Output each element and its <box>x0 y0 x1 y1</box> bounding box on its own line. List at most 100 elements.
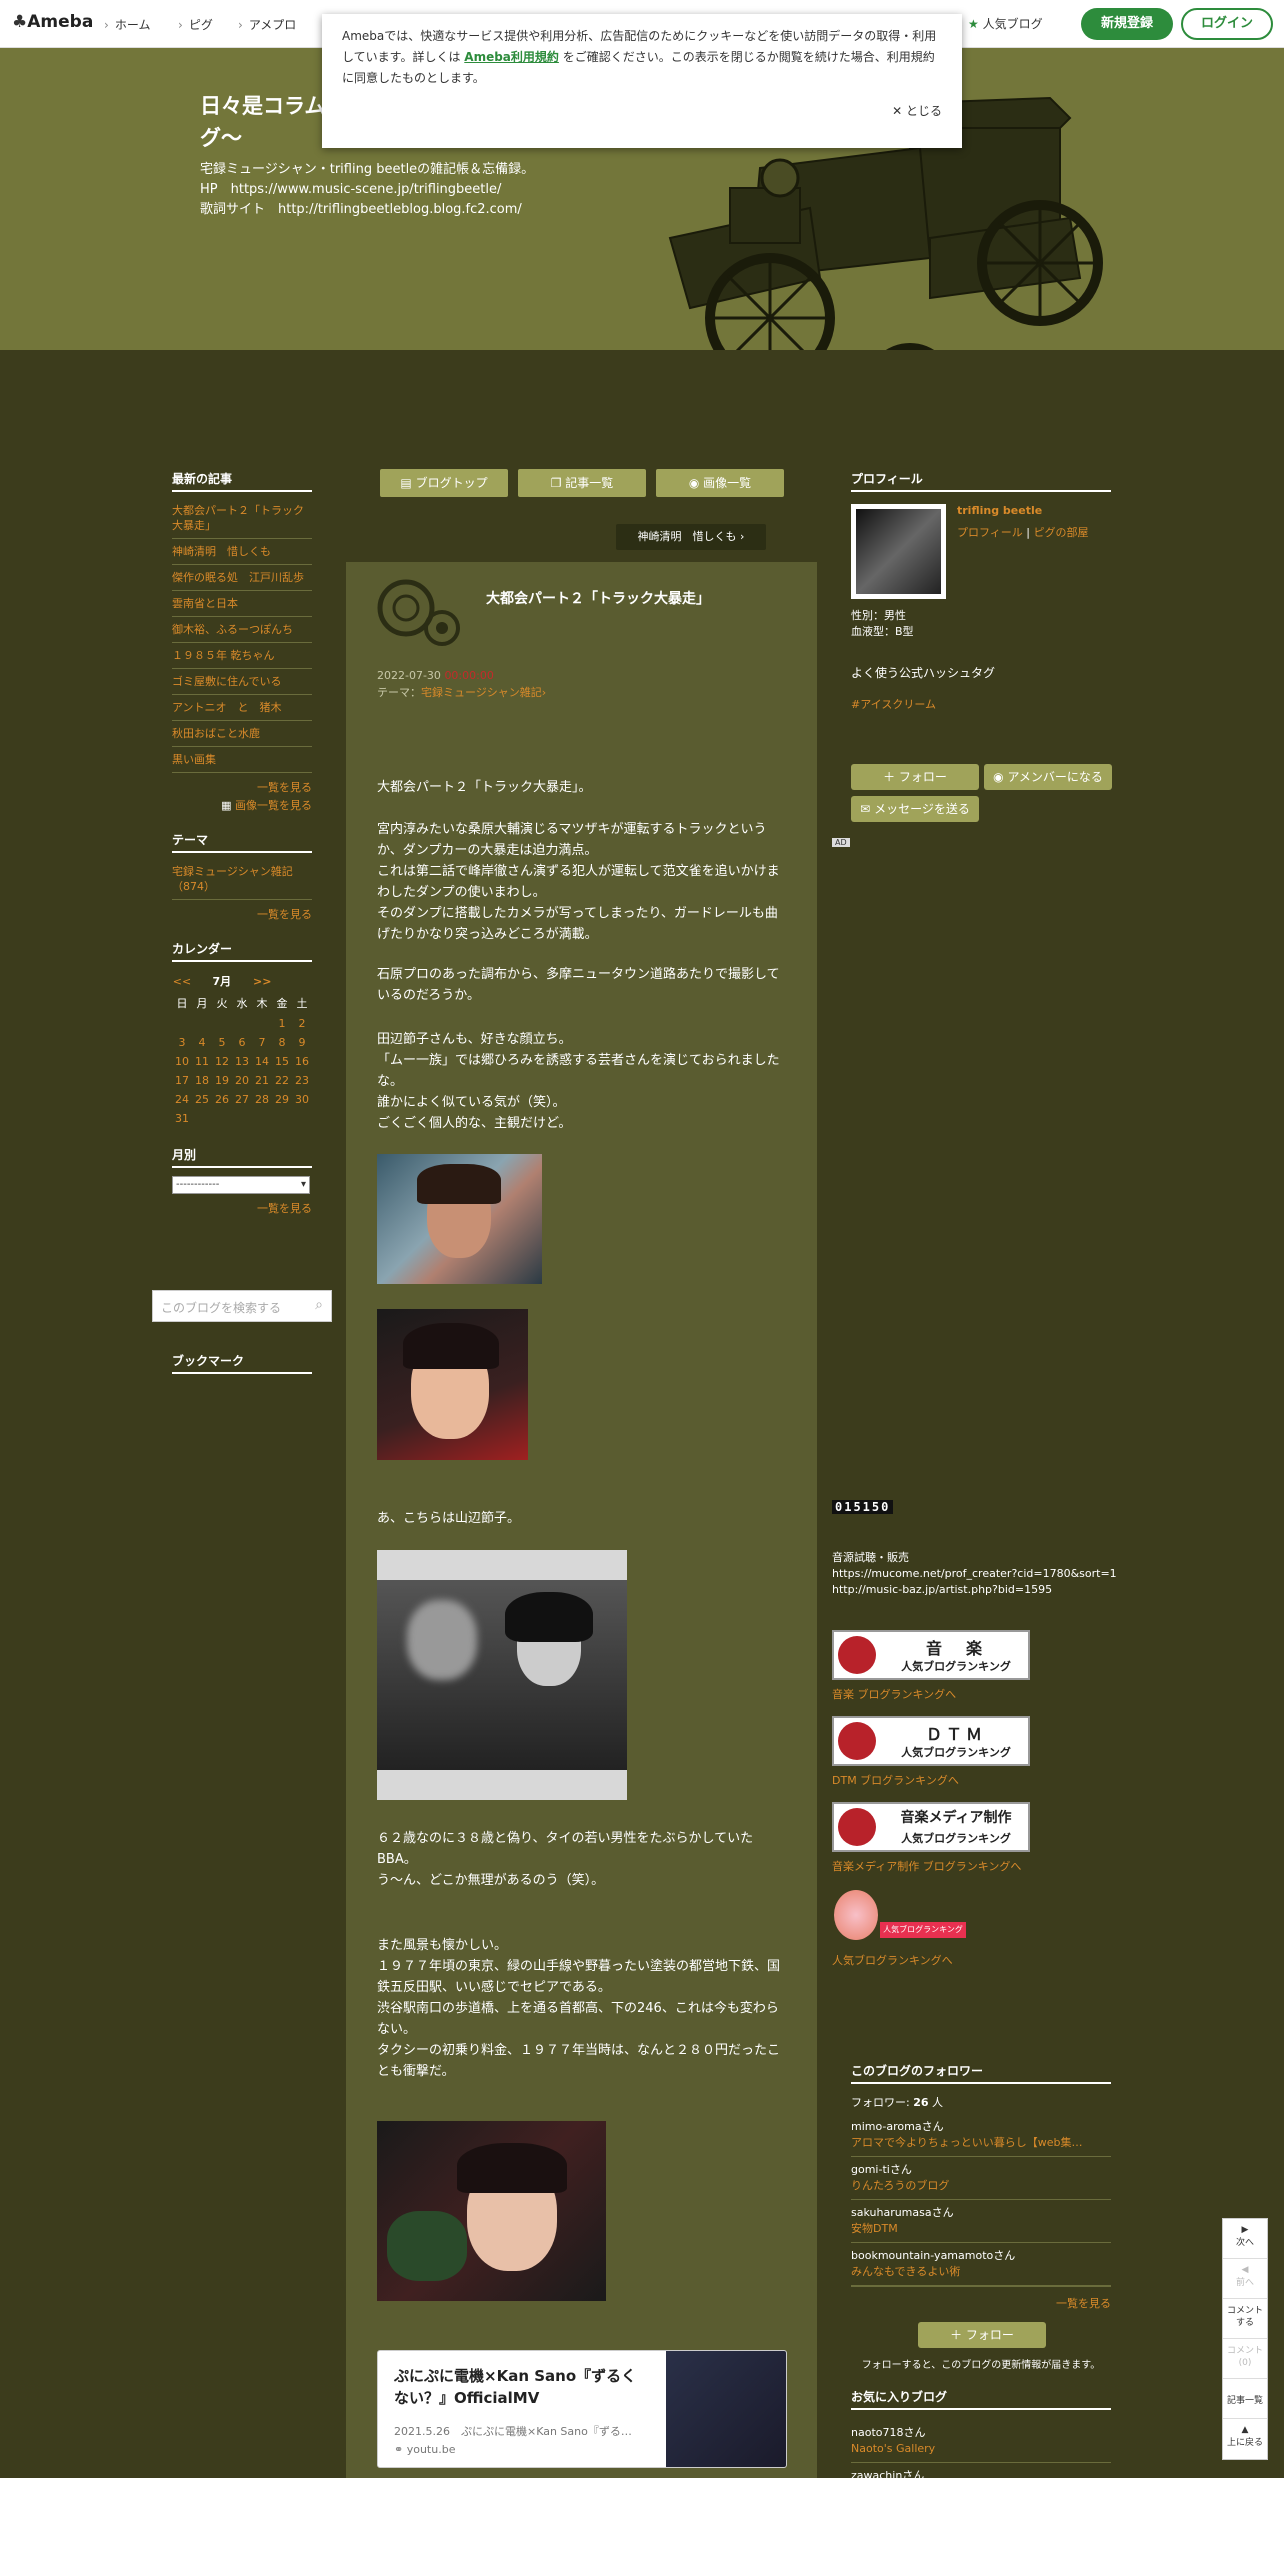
hashtag-link[interactable]: #アイスクリーム <box>851 696 936 712</box>
cal-day[interactable]: 28 <box>252 1090 272 1109</box>
cal-day[interactable]: 21 <box>252 1071 272 1090</box>
cal-day[interactable]: 26 <box>212 1090 232 1109</box>
cal-day[interactable]: 24 <box>172 1090 192 1109</box>
cal-day[interactable]: 25 <box>192 1090 212 1109</box>
cal-day[interactable]: 17 <box>172 1071 192 1090</box>
blog-top-button[interactable]: ▤ ブログトップ <box>380 469 508 497</box>
amember-button[interactable]: ◉ アメンバーになる <box>984 764 1112 790</box>
follower-item[interactable]: mimo-aromaさん アロマで今よりちょっといい暮らし【web集… <box>851 2114 1111 2157</box>
recent-item[interactable]: 大都会パート２「トラック大暴走」 <box>172 498 312 539</box>
popular-blog-link[interactable]: ★ 人気ブログ <box>968 15 1043 32</box>
monthly-more-link[interactable]: 一覧を見る <box>172 1200 312 1216</box>
cal-day[interactable]: 5 <box>212 1033 232 1052</box>
float-list-button[interactable]: 記事一覧 <box>1223 2379 1267 2419</box>
sales-link[interactable]: http://music-baz.jp/artist.php?bid=1595 <box>832 1582 1117 1598</box>
profile-avatar[interactable] <box>851 504 946 599</box>
cal-day[interactable]: 27 <box>232 1090 252 1109</box>
cal-day[interactable]: 8 <box>272 1033 292 1052</box>
nav-home[interactable]: ホーム <box>104 16 151 33</box>
profile-name[interactable]: trifling beetle <box>957 504 1042 517</box>
ranking-banner-dtm[interactable]: ＤＴＭ 人気ブログランキング <box>832 1716 1030 1766</box>
recent-item[interactable]: ゴミ屋敷に住んでいる <box>172 669 312 695</box>
cal-day[interactable]: 13 <box>232 1052 252 1071</box>
recent-item[interactable]: 傑作の眠る処 江戸川乱歩 <box>172 565 312 591</box>
recent-item[interactable]: 秋田おばこと水鹿 <box>172 721 312 747</box>
cal-day[interactable]: 9 <box>292 1033 312 1052</box>
cal-day[interactable]: 3 <box>172 1033 192 1052</box>
cal-day[interactable]: 1 <box>272 1014 292 1033</box>
image-list-button[interactable]: ◉ 画像一覧 <box>656 469 784 497</box>
blog-title[interactable]: 日々是コラムグ～ <box>200 90 340 154</box>
ranking-banner-media[interactable]: 音楽メディア制作 人気ブログランキング <box>832 1802 1030 1852</box>
blog-search-input[interactable]: このブログを検索する ⌕ <box>152 1290 332 1322</box>
recent-item[interactable]: 御木裕、ふるーつぽんち <box>172 617 312 643</box>
login-button[interactable]: ログイン <box>1181 8 1273 40</box>
float-comment-button[interactable]: コメントする <box>1223 2299 1267 2339</box>
next-entry-button[interactable]: 神崎清明 惜しくも › <box>616 524 766 550</box>
entry-photo-woman-1[interactable] <box>377 1154 542 1284</box>
cal-day[interactable]: 10 <box>172 1052 192 1071</box>
cal-day[interactable]: 30 <box>292 1090 312 1109</box>
ranking-banner-music[interactable]: 音 楽人気ブログランキング <box>832 1630 1030 1680</box>
cal-prev[interactable]: << <box>172 970 192 992</box>
ameba-logo[interactable]: ♣Ameba <box>12 12 93 32</box>
image-list-link[interactable]: ▦ 画像一覧を見る <box>172 797 312 813</box>
follower-item[interactable]: gomi-tiさん りんたろうのブログ <box>851 2157 1111 2200</box>
cal-next[interactable]: >> <box>253 975 271 988</box>
follow-button-2[interactable]: ＋ フォロー <box>918 2322 1046 2348</box>
sales-link[interactable]: https://mucome.net/prof_creater?cid=1780… <box>832 1566 1117 1582</box>
entry-photo-woman-3[interactable] <box>377 2121 606 2301</box>
roll-cake-icon[interactable] <box>834 1890 878 1940</box>
cal-day[interactable]: 31 <box>172 1109 192 1128</box>
recent-more-link[interactable]: 一覧を見る <box>172 779 312 795</box>
cal-day[interactable]: 19 <box>212 1071 232 1090</box>
cal-day[interactable]: 11 <box>192 1052 212 1071</box>
entry-title[interactable]: 大都会パート２「トラック大暴走」 <box>486 588 710 608</box>
cal-day[interactable]: 18 <box>192 1071 212 1090</box>
cal-day[interactable]: 4 <box>192 1033 212 1052</box>
entry-photo-couple[interactable] <box>377 1550 627 1800</box>
message-button[interactable]: ✉ メッセージを送る <box>851 796 979 822</box>
monthly-select[interactable]: ------------ ▾ <box>172 1176 310 1194</box>
cal-day[interactable]: 14 <box>252 1052 272 1071</box>
recent-item[interactable]: １９８５年 乾ちゃん <box>172 643 312 669</box>
youtube-link-card[interactable]: ぷにぷに電機×Kan Sano『ずるくない？』OfficialMV 2021.5… <box>377 2350 787 2468</box>
cal-day[interactable]: 20 <box>232 1071 252 1090</box>
profile-link[interactable]: プロフィール <box>957 526 1023 539</box>
followers-more-link[interactable]: 一覧を見る <box>851 2295 1111 2311</box>
float-top-button[interactable]: ▲ 上に戻る <box>1223 2419 1267 2459</box>
follower-item[interactable]: sakuharumasaさん 安物DTM <box>851 2200 1111 2243</box>
nav-pigg[interactable]: ピグ <box>178 16 213 33</box>
cal-day[interactable]: 29 <box>272 1090 292 1109</box>
follower-item[interactable]: bookmountain-yamamotoさん みんなもできるよい術 <box>851 2243 1111 2287</box>
recent-item[interactable]: 神崎清明 惜しくも <box>172 539 312 565</box>
fav-item[interactable]: naoto718さん Naoto's Gallery <box>851 2420 1111 2463</box>
cal-day[interactable]: 15 <box>272 1052 292 1071</box>
terms-link[interactable]: Ameba利用規約 <box>464 50 559 64</box>
cal-day[interactable]: 16 <box>292 1052 312 1071</box>
ranking-link-dtm[interactable]: DTM ブログランキングへ <box>832 1772 959 1788</box>
cal-day[interactable]: 12 <box>212 1052 232 1071</box>
recent-item[interactable]: 黒い画集 <box>172 747 312 773</box>
search-icon[interactable]: ⌕ <box>315 1297 323 1313</box>
cal-day[interactable]: 2 <box>292 1014 312 1033</box>
cal-day[interactable]: 7 <box>252 1033 272 1052</box>
entry-list-button[interactable]: ❐ 記事一覧 <box>518 469 646 497</box>
follow-button[interactable]: ＋ フォロー <box>851 764 979 790</box>
float-next-button[interactable]: ▶ 次へ <box>1223 2219 1267 2259</box>
ranking-link-popular[interactable]: 人気ブログランキングへ <box>832 1952 953 1968</box>
recent-item[interactable]: アントニオ と 猪木 <box>172 695 312 721</box>
theme-item[interactable]: 宅録ミュージシャン雑記（874） <box>172 859 312 900</box>
recent-item[interactable]: 雲南省と日本 <box>172 591 312 617</box>
entry-photo-woman-2[interactable] <box>377 1309 528 1460</box>
cookie-close-button[interactable]: ✕ とじる <box>892 102 942 119</box>
ranking-badge[interactable]: 人気ブログランキング <box>880 1922 966 1938</box>
theme-more-link[interactable]: 一覧を見る <box>172 906 312 922</box>
register-button[interactable]: 新規登録 <box>1081 8 1173 40</box>
ranking-link-media[interactable]: 音楽メディア制作 ブログランキングへ <box>832 1858 1021 1874</box>
nav-amepro[interactable]: アメプロ <box>238 16 296 33</box>
cal-day[interactable]: 22 <box>272 1071 292 1090</box>
cal-day[interactable]: 6 <box>232 1033 252 1052</box>
ranking-link-music[interactable]: 音楽 ブログランキングへ <box>832 1686 956 1702</box>
pigg-room-link[interactable]: ピグの部屋 <box>1033 526 1088 539</box>
